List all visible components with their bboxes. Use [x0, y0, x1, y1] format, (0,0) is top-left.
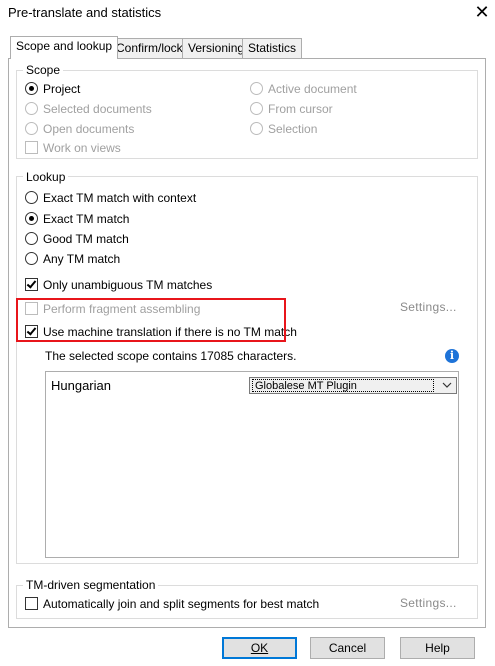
ok-button-label: OK: [250, 641, 269, 655]
work-on-views-label: Work on views: [43, 141, 121, 155]
tab-versioning[interactable]: Versioning: [182, 38, 251, 58]
unambiguous-checkbox[interactable]: [25, 278, 38, 291]
exact-context-label: Exact TM match with context: [43, 191, 197, 205]
window-title: Pre-translate and statistics: [8, 5, 162, 20]
any-tm-match-radio[interactable]: [25, 252, 38, 265]
any-tm-match-label: Any TM match: [43, 252, 121, 266]
open-documents-radio[interactable]: [25, 122, 38, 135]
exact-context-radio[interactable]: [25, 191, 38, 204]
project-label: Project: [43, 82, 81, 96]
project-radio[interactable]: [25, 82, 38, 95]
check-icon: [26, 278, 37, 289]
help-button-label: Help: [425, 641, 450, 655]
auto-join-checkbox[interactable]: [25, 597, 38, 610]
selected-documents-radio[interactable]: [25, 102, 38, 115]
mt-plugin-table: [45, 371, 459, 558]
tab-scope-and-lookup[interactable]: Scope and lookup: [10, 36, 119, 59]
tab-statistics[interactable]: Statistics: [242, 38, 303, 58]
exact-tm-match-radio[interactable]: [25, 212, 38, 225]
mt-plugin-select[interactable]: Globalese MT Plugin: [249, 377, 457, 394]
help-button[interactable]: Help: [400, 637, 475, 659]
exact-tm-match-label: Exact TM match: [43, 212, 130, 226]
active-document-radio[interactable]: [250, 82, 263, 95]
auto-join-label: Automatically join and split segments fo…: [43, 597, 320, 611]
ok-button[interactable]: OK: [222, 637, 297, 659]
selection-label: Selection: [268, 122, 318, 136]
close-icon[interactable]: ✕: [472, 2, 492, 22]
from-cursor-radio[interactable]: [250, 102, 263, 115]
work-on-views-checkbox[interactable]: [25, 141, 38, 154]
scope-info-text: The selected scope contains 17085 charac…: [45, 349, 297, 363]
from-cursor-label: From cursor: [268, 102, 333, 116]
cancel-button-label: Cancel: [328, 641, 367, 655]
selected-documents-label: Selected documents: [43, 102, 152, 116]
selection-radio[interactable]: [250, 122, 263, 135]
scope-group-label: Scope: [23, 63, 64, 77]
unambiguous-label: Only unambiguous TM matches: [43, 278, 213, 292]
info-icon[interactable]: i: [445, 349, 459, 363]
highlight-box: [16, 298, 286, 342]
segmentation-settings-link[interactable]: Settings...: [400, 596, 457, 610]
mt-language-cell: Hungarian: [51, 378, 111, 393]
mt-plugin-value: Globalese MT Plugin: [252, 379, 434, 392]
cancel-button[interactable]: Cancel: [310, 637, 385, 659]
active-document-label: Active document: [268, 82, 357, 96]
tab-confirm-lock[interactable]: Confirm/lock: [110, 38, 189, 58]
good-tm-match-radio[interactable]: [25, 232, 38, 245]
lookup-group-label: Lookup: [23, 170, 69, 184]
chevron-down-icon: [442, 382, 452, 388]
open-documents-label: Open documents: [43, 122, 135, 136]
fragment-settings-link[interactable]: Settings...: [400, 300, 457, 314]
segmentation-group-label: TM-driven segmentation: [23, 578, 159, 592]
good-tm-match-label: Good TM match: [43, 232, 129, 246]
